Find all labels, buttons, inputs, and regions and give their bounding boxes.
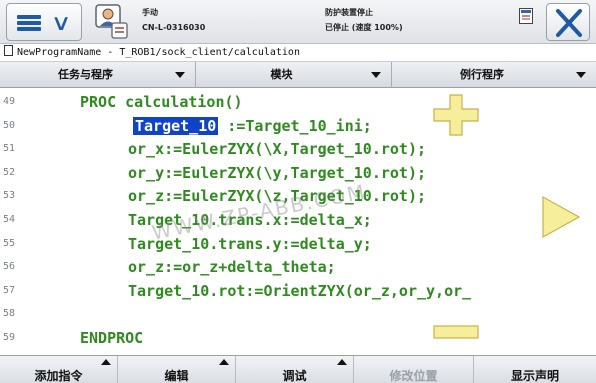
modify-position-button[interactable]: 修改位置 bbox=[354, 356, 474, 383]
status-state-block: 防护装置停止 已停止 (速度 100%) bbox=[325, 5, 403, 35]
caret-up-icon bbox=[101, 359, 111, 365]
show-declarations-button[interactable]: 显示声明 bbox=[474, 356, 596, 383]
tab-tasks-and-programs[interactable]: 任务与程序 bbox=[0, 62, 196, 88]
line-number: 51 bbox=[3, 143, 16, 154]
hamburger-icon bbox=[17, 15, 41, 31]
main-menu-button[interactable]: ∨ bbox=[6, 3, 82, 41]
run-status: 已停止 (速度 100%) bbox=[325, 23, 403, 32]
add-instruction-button[interactable]: 添加指令 bbox=[0, 356, 118, 383]
caret-up-icon bbox=[219, 359, 229, 365]
editor-tab-bar: 任务与程序 模块 例行程序 bbox=[0, 62, 596, 88]
code-line[interactable]: 55 Target_10.trans.y:=delta_y; bbox=[0, 233, 596, 256]
zoom-in-button[interactable] bbox=[433, 94, 479, 136]
line-number: 53 bbox=[3, 190, 16, 201]
minus-icon bbox=[433, 325, 479, 339]
line-number: 57 bbox=[3, 285, 16, 296]
line-number: 54 bbox=[3, 214, 16, 225]
operator-window-icon[interactable] bbox=[95, 4, 129, 40]
program-file-icon bbox=[4, 45, 13, 56]
close-button[interactable] bbox=[546, 3, 590, 41]
code-line[interactable]: 51 or_x:=EulerZYX(\X,Target_10.rot); bbox=[0, 138, 596, 161]
chevron-down-icon: ∨ bbox=[50, 11, 72, 36]
code-text: Target_10.rot:=OrientZYX(or_z,or_y,or_ bbox=[128, 282, 472, 300]
line-number: 50 bbox=[3, 120, 16, 131]
line-number: 49 bbox=[3, 96, 16, 107]
mode-text: 手动 bbox=[142, 8, 158, 17]
right-arrow-icon bbox=[542, 195, 581, 239]
code-line[interactable]: 52 or_y:=EulerZYX(\y,Target_10.rot); bbox=[0, 162, 596, 185]
code-line[interactable]: 56 or_z:=or_z+delta_theta; bbox=[0, 256, 596, 279]
code-line[interactable]: 50 Target_10 :=Target_10_ini; bbox=[0, 115, 596, 138]
zoom-out-button[interactable] bbox=[433, 324, 479, 340]
selected-token[interactable]: Target_10 bbox=[133, 117, 219, 135]
code-editor[interactable]: 49 PROC calculation() 50 Target_10 :=Tar… bbox=[0, 88, 596, 355]
bottom-toolbar: 添加指令 编辑 调试 修改位置 显示声明 bbox=[0, 355, 596, 383]
line-number: 59 bbox=[3, 332, 16, 343]
tab-routines[interactable]: 例行程序 bbox=[392, 62, 596, 88]
plus-icon bbox=[433, 94, 479, 136]
code-text: or_z:=or_z+delta_theta; bbox=[128, 258, 336, 276]
line-number: 55 bbox=[3, 238, 16, 249]
status-mode-block: 手动 CN-L-0316030 bbox=[142, 5, 205, 35]
caret-down-icon bbox=[371, 72, 381, 78]
edit-button[interactable]: 编辑 bbox=[118, 356, 236, 383]
code-text: or_y:=EulerZYX(\y,Target_10.rot); bbox=[128, 164, 427, 182]
code-line[interactable]: 49 PROC calculation() bbox=[0, 91, 596, 114]
code-line[interactable]: 57 Target_10.rot:=OrientZYX(or_z,or_y,or… bbox=[0, 280, 596, 303]
program-path-bar: NewProgramName - T_ROB1/sock_client/calc… bbox=[0, 44, 596, 62]
line-number: 58 bbox=[3, 308, 16, 319]
code-text: Target_10 :=Target_10_ini; bbox=[133, 117, 372, 135]
code-line[interactable]: 58 bbox=[0, 303, 596, 326]
code-line[interactable]: 59 ENDPROC bbox=[0, 327, 596, 350]
caret-down-icon bbox=[175, 72, 185, 78]
tab-modules[interactable]: 模块 bbox=[196, 62, 392, 88]
close-icon bbox=[556, 9, 582, 37]
line-number: 52 bbox=[3, 167, 16, 178]
top-bar: ∨ 手动 CN-L-0316030 防护装置停止 已停止 (速度 100%) bbox=[0, 0, 596, 44]
caret-down-icon bbox=[576, 72, 586, 78]
code-text: PROC calculation() bbox=[80, 93, 243, 111]
code-text: ENDPROC bbox=[80, 329, 144, 347]
safety-status: 防护装置停止 bbox=[325, 8, 373, 17]
program-path: NewProgramName - T_ROB1/sock_client/calc… bbox=[17, 47, 300, 58]
controller-name: CN-L-0316030 bbox=[142, 23, 206, 32]
line-number: 56 bbox=[3, 261, 16, 272]
debug-button[interactable]: 调试 bbox=[236, 356, 354, 383]
caret-up-icon bbox=[337, 359, 347, 365]
quickset-icon[interactable] bbox=[519, 8, 533, 24]
code-text: or_x:=EulerZYX(\X,Target_10.rot); bbox=[128, 140, 427, 158]
scroll-right-button[interactable] bbox=[541, 195, 581, 239]
